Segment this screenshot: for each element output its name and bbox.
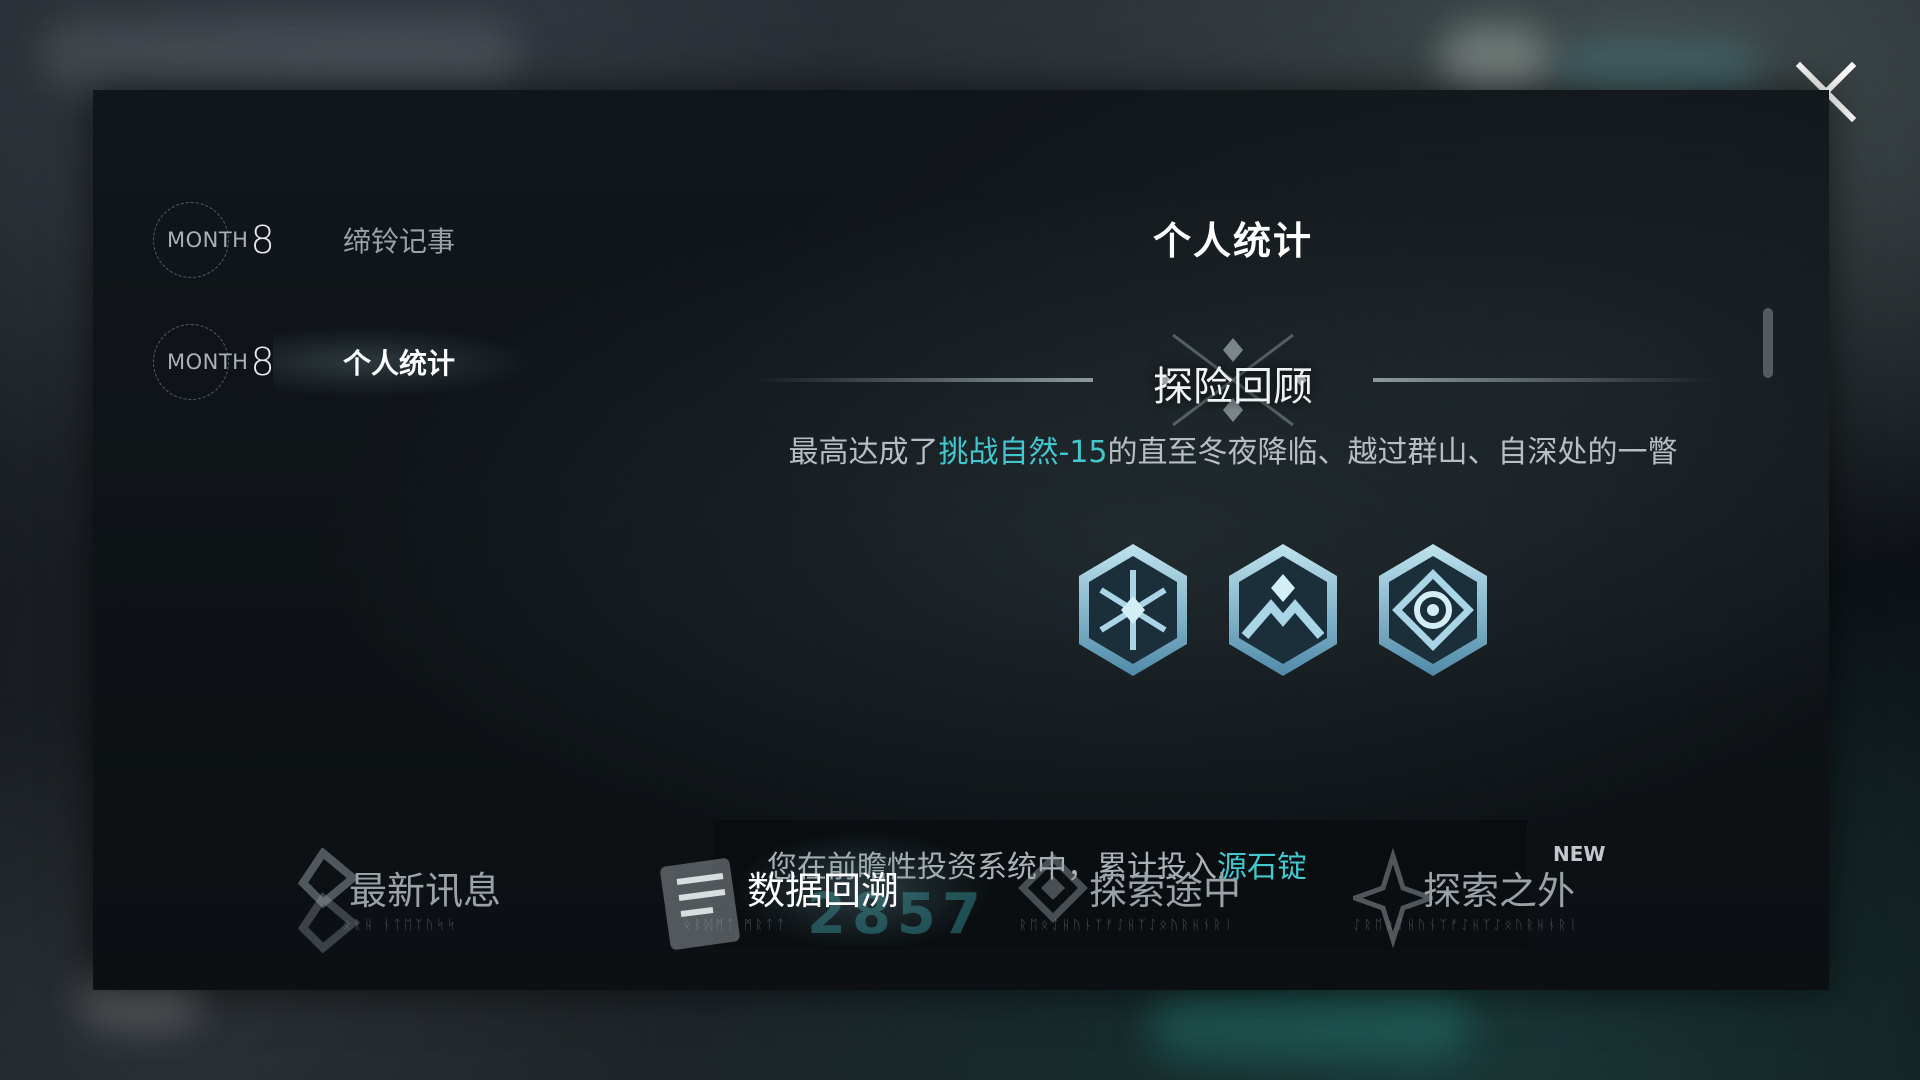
achievement-highlight: 挑战自然-15 [938,435,1108,470]
achievement-text: 最高达成了挑战自然-15的直至冬夜降临、越过群山、自深处的一瞥 [743,430,1723,475]
exploring-icon [1018,853,1088,923]
section-header: 探险回顾 [713,333,1753,427]
depths-eye-badge-icon[interactable] [1373,540,1493,680]
tab-rune-text: ᚱᛖᛟᛇᚺᚢᚾᛉᚠᛇᚺᛉᛇᛟᚢᚱᚺᚾᚱᛁ [1019,918,1236,933]
section-title: 探险回顾 [1153,364,1313,410]
achievement-suffix: 的直至冬夜降临、越过群山、自深处的一瞥 [1107,435,1678,470]
tab-rune-text: ᛇᚱᛖᛟᛇᚺᚢᚾᛉᚠᛇᚺᛉᛇᛟᚢᚱᚺᚾᚱᛁ [1353,918,1580,933]
bottom-tab-bar: 最新讯息 ᛟᚱᚺ ᚾᛏᛖᛉᚢᛋᛋ 数据回溯 ᛟᛒᛞᛗᛏ ᛗᚱᛏᛏ 探索途中 ᚱᛖ… [293,820,1713,970]
new-badge: NEW [1553,842,1606,866]
tab-rune-text: ᛟᛒᛞᛗᛏ ᛗᚱᛏᛏ [683,918,788,933]
tab-data-review[interactable]: 数据回溯 ᛟᛒᛞᛗᛏ ᛗᚱᛏᛏ [653,820,993,970]
tab-exploring[interactable]: 探索途中 ᚱᛖᛟᛇᚺᚢᚾᛉᚠᛇᚺᛉᛇᛟᚢᚱᚺᚾᚱᛁ [1013,820,1313,970]
tab-rune-text: ᛟᚱᚺ ᚾᛏᛖᛉᚢᛋᛋ [343,918,459,933]
background-shape [40,20,520,90]
month-number: 8 [250,218,275,262]
tab-label: 数据回溯 [747,869,900,913]
nav-item-label: 个人统计 [343,347,456,380]
background-shape [1150,990,1470,1060]
month-word: MONTH [167,228,249,252]
nav-item-notes[interactable]: MONTH 8 缔铃记事 [153,200,613,280]
winter-night-badge-icon[interactable] [1073,540,1193,680]
page-title: 个人统计 [1152,219,1313,263]
nav-item-label: 缔铃记事 [343,225,456,258]
mountains-badge-icon[interactable] [1223,540,1343,680]
achievement-prefix: 最高达成了 [788,435,939,470]
month-number: 8 [250,340,275,384]
month-nav: MONTH 8 缔铃记事 MONTH 8 个人统计 [153,200,613,444]
scrollbar[interactable] [1763,308,1773,378]
month-badge: MONTH 8 [153,200,313,280]
tab-latest-news[interactable]: 最新讯息 ᛟᚱᚺ ᚾᛏᛖᛉᚢᛋᛋ [293,820,593,970]
tab-beyond-exploration[interactable]: 探索之外 NEW ᛇᚱᛖᛟᛇᚺᚢᚾᛉᚠᛇᚺᛉᛇᛟᚢᚱᚺᚾᚱᛁ [1353,820,1653,970]
month-badge: MONTH 8 [153,322,313,402]
stats-modal: MONTH 8 缔铃记事 MONTH 8 个人统计 个人统计 探险回顾 最高达成… [93,90,1829,990]
badge-row [1073,540,1493,680]
nav-item-personal-stats[interactable]: MONTH 8 个人统计 [153,322,613,402]
tab-label: 探索之外 [1423,869,1576,913]
tab-label: 探索途中 [1089,869,1242,913]
background-shape [1440,25,1550,95]
month-word: MONTH [167,350,249,374]
beyond-exploration-icon [1353,848,1433,949]
tab-label: 最新讯息 [349,869,502,913]
